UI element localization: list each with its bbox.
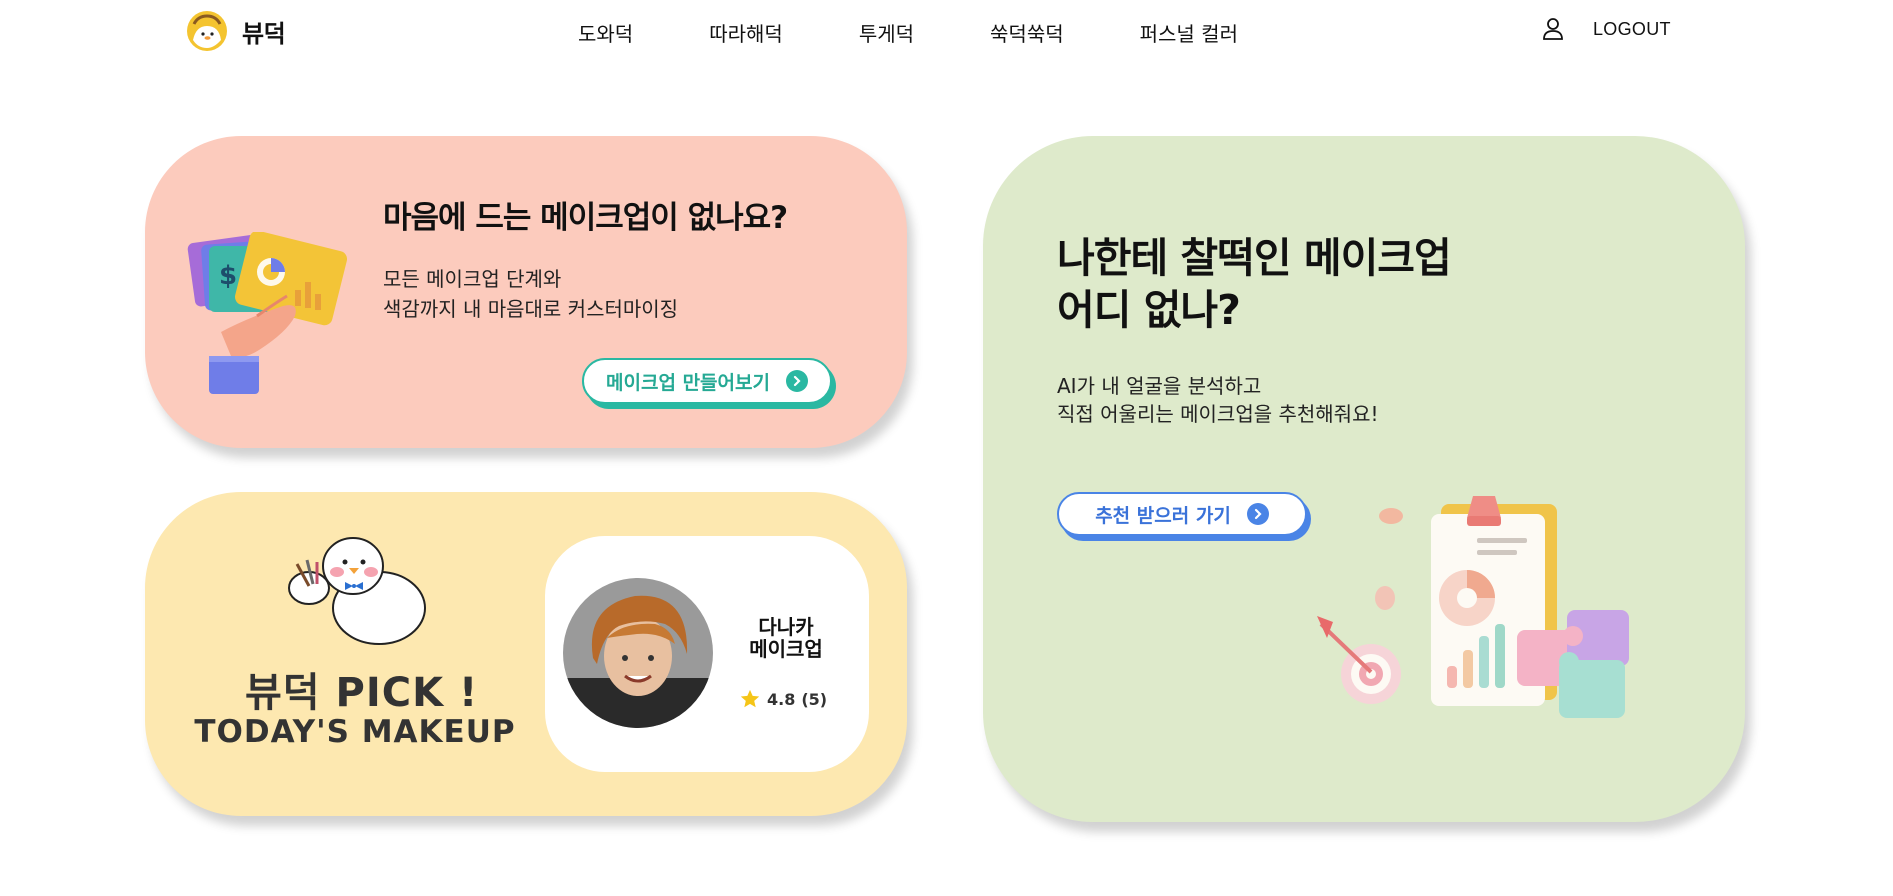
- pick-title: 뷰덕 PICK !: [245, 670, 479, 716]
- create-makeup-button[interactable]: 메이크업 만들어보기: [582, 358, 832, 404]
- rating-score: 4.8: [767, 689, 796, 709]
- featured-name-line-2: 메이크업: [749, 637, 823, 661]
- top-nav-bar: 뷰덕 도와덕 따라해덕 투게덕 쑥덕쑥덕 퍼스널 컬러 LOGOUT: [0, 0, 1893, 64]
- nav-item-follow[interactable]: 따라해덕: [709, 18, 783, 47]
- ai-recommend-card: 나한테 찰떡인 메이크업 어디 없나? AI가 내 얼굴을 분석하고 직접 어울…: [983, 136, 1745, 822]
- custom-desc-line-1: 모든 메이크업 단계와: [383, 267, 562, 291]
- cards-in-hand-illustration: $: [187, 232, 347, 394]
- chevron-right-icon: [785, 370, 808, 392]
- custom-card-title: 마음에 드는 메이크업이 없나요?: [383, 200, 788, 236]
- user-icon[interactable]: [1543, 18, 1563, 40]
- rating: 4.8 (5): [739, 688, 827, 710]
- main-nav: 도와덕 따라해덕 투게덕 쑥덕쑥덕 퍼스널 컬러: [578, 18, 1238, 47]
- recommend-desc-line-1: AI가 내 얼굴을 분석하고: [1057, 374, 1262, 398]
- duck-mascot-illustration: [288, 537, 426, 645]
- analysis-report-illustration: [1317, 496, 1629, 718]
- featured-makeup-card[interactable]: 다나카 메이크업 4.8 (5): [545, 536, 869, 772]
- get-recommendation-button-label: 추천 받으러 가기: [1095, 504, 1231, 527]
- create-makeup-button-label: 메이크업 만들어보기: [606, 371, 770, 394]
- recommend-card-description: AI가 내 얼굴을 분석하고 직접 어울리는 메이크업을 추천해줘요!: [1057, 372, 1379, 428]
- recommend-title-line-2: 어디 없나?: [1057, 286, 1241, 334]
- custom-desc-line-2: 색감까지 내 마음대로 커스터마이징: [383, 297, 679, 321]
- pick-subtitle: TODAY'S MAKEUP: [194, 714, 516, 750]
- avatar: [563, 578, 713, 728]
- logo-text: 뷰덕: [242, 19, 286, 48]
- recommend-title-line-1: 나한테 찰떡인 메이크업: [1057, 234, 1452, 282]
- logo[interactable]: 뷰덕: [186, 10, 286, 52]
- custom-card-description: 모든 메이크업 단계와 색감까지 내 마음대로 커스터마이징: [383, 264, 678, 324]
- custom-makeup-card: $ 마음에 드는 메이크업이 없나요? 모든 메이크업 단계와 색감까지 내 마…: [145, 136, 907, 448]
- user-area: LOGOUT: [1543, 18, 1671, 40]
- nav-item-personal-color[interactable]: 퍼스널 컬러: [1140, 18, 1238, 47]
- review-count: (5): [801, 689, 828, 709]
- nav-item-community[interactable]: 쑥덕쑥덕: [990, 18, 1064, 47]
- logout-link[interactable]: LOGOUT: [1593, 19, 1671, 40]
- recommend-card-title: 나한테 찰떡인 메이크업 어디 없나?: [1057, 232, 1452, 336]
- duck-logo-icon: [187, 11, 227, 51]
- featured-makeup-name: 다나카 메이크업: [731, 616, 841, 660]
- nav-item-together[interactable]: 투게덕: [859, 18, 914, 47]
- recommend-desc-line-2: 직접 어울리는 메이크업을 추천해줘요!: [1057, 402, 1379, 426]
- get-recommendation-button[interactable]: 추천 받으러 가기: [1057, 492, 1307, 536]
- svg-text:$: $: [219, 261, 237, 291]
- nav-item-help[interactable]: 도와덕: [578, 18, 633, 47]
- chevron-right-icon: [1246, 503, 1269, 525]
- star-icon: [740, 689, 760, 708]
- today-pick-card: 뷰덕 PICK ! TODAY'S MAKEUP 다나카 메이크업 4.8 (5…: [145, 492, 907, 816]
- featured-name-line-1: 다나카: [758, 615, 814, 639]
